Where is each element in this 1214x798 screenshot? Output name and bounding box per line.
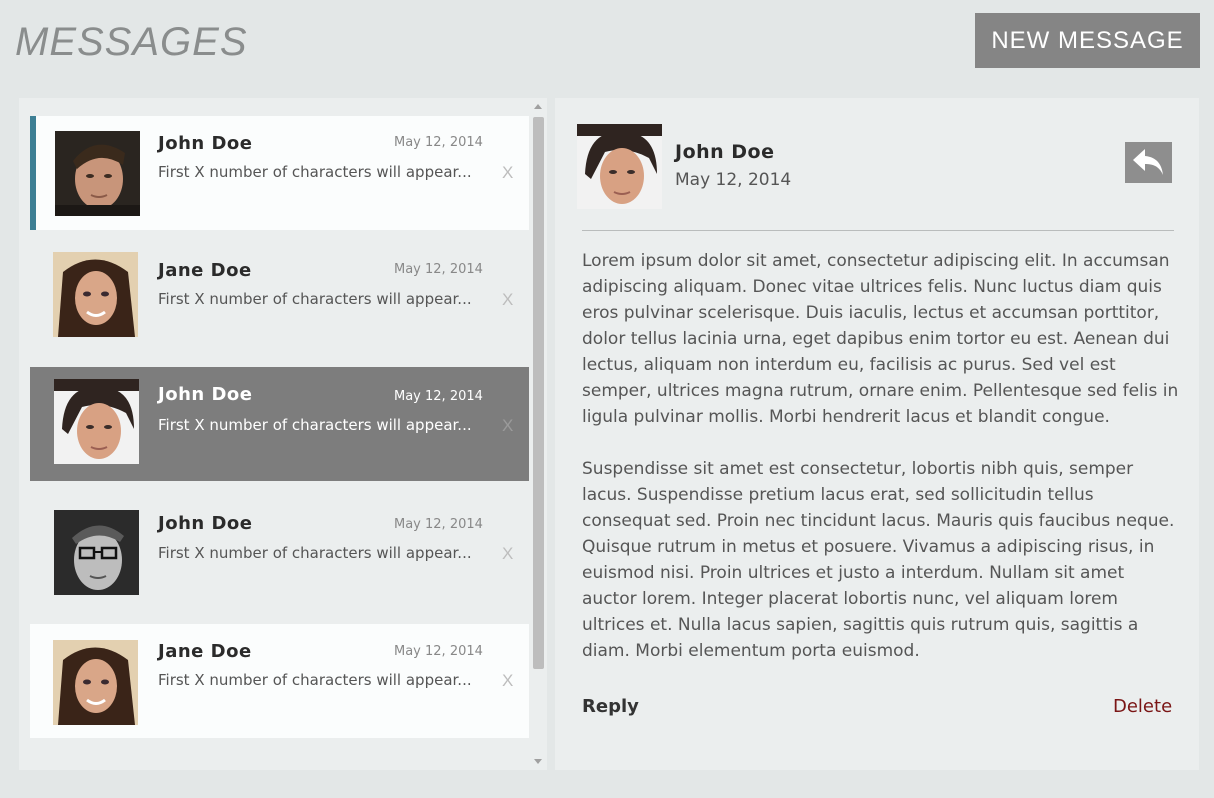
message-paragraph: Suspendisse sit amet est consectetur, lo… [582, 459, 1175, 661]
message-preview: First X number of characters will appear… [158, 544, 472, 562]
avatar [54, 510, 139, 595]
message-preview: First X number of characters will appear… [158, 163, 472, 181]
close-icon[interactable]: X [502, 671, 513, 691]
sender-name: Jane Doe [158, 260, 252, 281]
message-date: May 12, 2014 [394, 262, 483, 277]
message-list: John Doe May 12, 2014 First X number of … [30, 98, 529, 770]
avatar [54, 379, 139, 464]
sender-name: John Doe [158, 384, 253, 405]
sender-name: Jane Doe [158, 641, 252, 662]
close-icon[interactable]: X [502, 544, 513, 564]
message-date: May 12, 2014 [394, 135, 483, 150]
message-list-item[interactable]: John Doe May 12, 2014 First X number of … [30, 367, 529, 481]
delete-link[interactable]: Delete [1113, 696, 1172, 717]
sender-avatar [577, 124, 662, 209]
sender-name: John Doe [158, 513, 253, 534]
close-icon[interactable]: X [502, 416, 513, 436]
new-message-button[interactable]: NEW MESSAGE [975, 13, 1200, 68]
list-scrollbar[interactable] [531, 98, 547, 770]
message-date: May 12, 2014 [394, 389, 483, 404]
message-list-panel: John Doe May 12, 2014 First X number of … [19, 98, 547, 770]
avatar [53, 252, 138, 337]
reply-link[interactable]: Reply [582, 696, 639, 717]
sender-name: John Doe [675, 141, 775, 163]
message-preview: First X number of characters will appear… [158, 671, 472, 689]
reply-button[interactable] [1125, 142, 1172, 183]
active-indicator [30, 116, 36, 230]
message-date: May 12, 2014 [394, 644, 483, 659]
divider [582, 230, 1174, 231]
avatar [53, 640, 138, 725]
avatar [55, 131, 140, 216]
message-paragraph: Lorem ipsum dolor sit amet, consectetur … [582, 251, 1179, 427]
message-date: May 12, 2014 [675, 170, 792, 190]
scroll-thumb[interactable] [533, 117, 544, 669]
message-date: May 12, 2014 [394, 517, 483, 532]
message-list-item[interactable]: Jane Doe May 12, 2014 First X number of … [30, 624, 529, 738]
message-body: Lorem ipsum dolor sit amet, consectetur … [582, 248, 1182, 690]
scroll-down-arrow-icon[interactable] [534, 759, 542, 764]
message-detail-panel: John Doe May 12, 2014 Lorem ipsum dolor … [555, 98, 1199, 770]
close-icon[interactable]: X [502, 163, 513, 183]
message-preview: First X number of characters will appear… [158, 290, 472, 308]
message-list-item[interactable]: Jane Doe May 12, 2014 First X number of … [30, 237, 529, 351]
sender-name: John Doe [158, 133, 253, 154]
message-preview: First X number of characters will appear… [158, 416, 472, 434]
close-icon[interactable]: X [502, 290, 513, 310]
message-list-item[interactable]: John Doe May 12, 2014 First X number of … [30, 495, 529, 609]
page-title: MESSAGES [15, 20, 248, 64]
message-list-item[interactable]: John Doe May 12, 2014 First X number of … [30, 116, 529, 230]
reply-arrow-icon [1132, 148, 1163, 175]
scroll-up-arrow-icon[interactable] [534, 104, 542, 109]
